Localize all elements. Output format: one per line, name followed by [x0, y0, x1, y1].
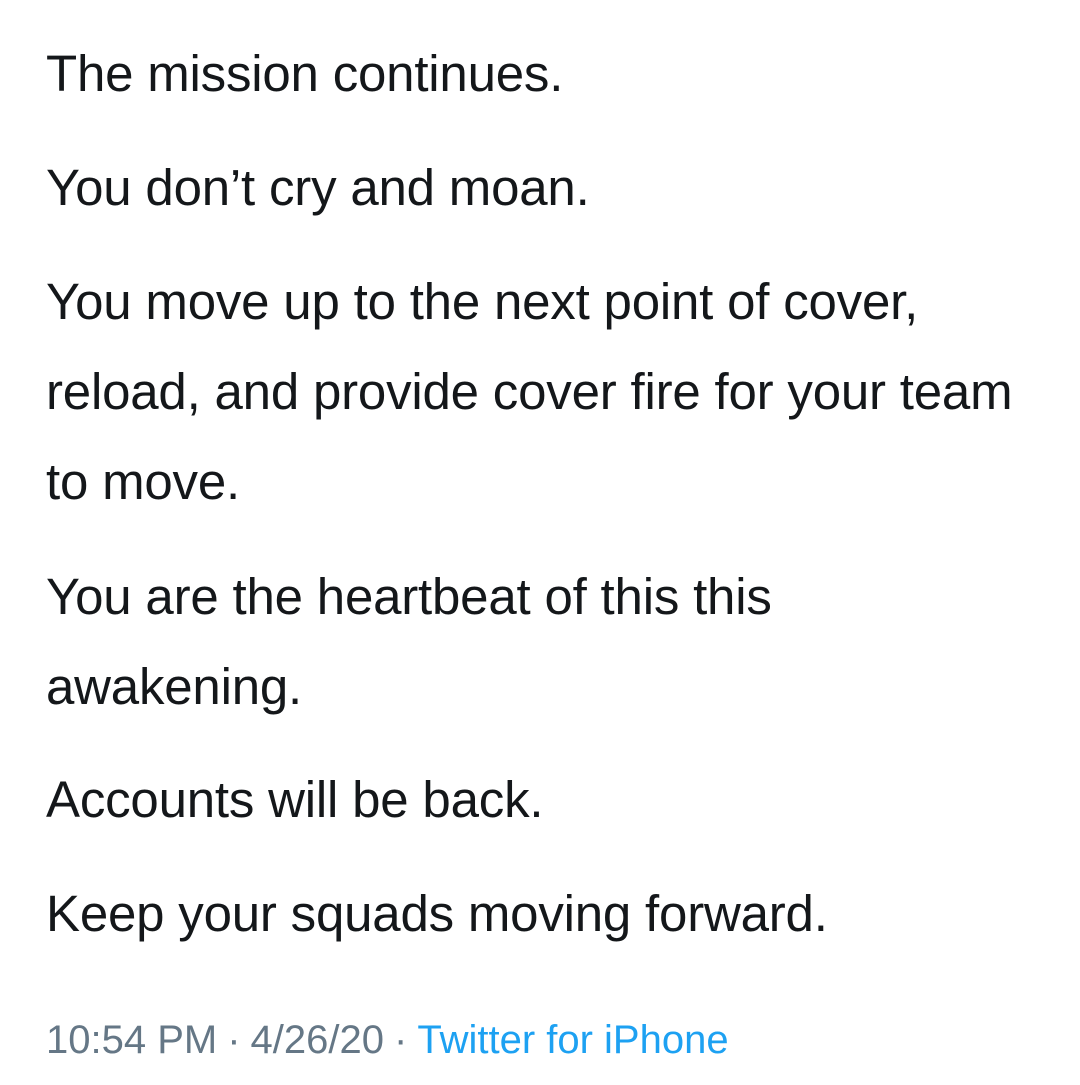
- tweet-paragraph: You move up to the next point of cover, …: [46, 273, 1013, 510]
- tweet-source-link[interactable]: Twitter for iPhone: [417, 1018, 728, 1062]
- tweet-paragraph: You don’t cry and moan.: [46, 159, 590, 216]
- meta-separator: ·: [227, 1018, 241, 1062]
- tweet-paragraph: The mission continues.: [46, 45, 564, 102]
- tweet-paragraph: You are the heartbeat of this this awake…: [46, 568, 772, 715]
- tweet-paragraph: Keep your squads moving forward.: [46, 885, 828, 942]
- tweet-metadata: 10:54 PM · 4/26/20 · Twitter for iPhone: [46, 1015, 729, 1065]
- tweet-time[interactable]: 10:54 PM: [46, 1018, 217, 1062]
- meta-separator: ·: [394, 1018, 408, 1062]
- tweet-date[interactable]: 4/26/20: [251, 1018, 384, 1062]
- tweet-paragraph: Accounts will be back.: [46, 771, 544, 828]
